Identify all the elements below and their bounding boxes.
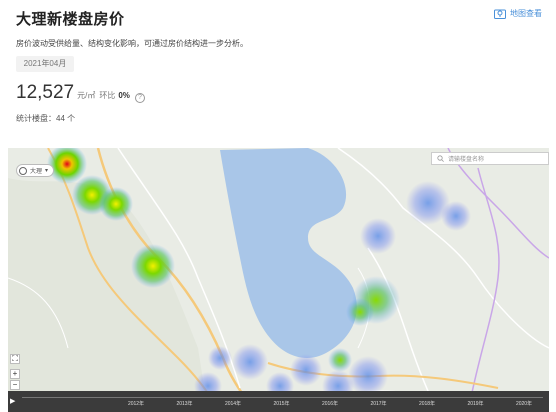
heat-spot [208, 346, 232, 370]
property-count: 统计楼盘：44 个 [16, 113, 75, 124]
heat-spot [441, 201, 471, 231]
city-select-label: 大理 [30, 169, 43, 175]
heat-overlay [47, 148, 471, 402]
timeline-year-label[interactable]: 2014年 [225, 400, 241, 407]
play-icon[interactable]: ▶ [10, 397, 18, 406]
heat-spot [232, 344, 268, 380]
timeline-year-label[interactable]: 2016年 [322, 400, 338, 407]
chevron-down-icon: ▾ [45, 168, 49, 174]
price-value: 12,527 [16, 82, 75, 103]
timeline-year-label[interactable]: 2018年 [419, 400, 435, 407]
change-value: 0% [118, 91, 130, 100]
count-value: 44 个 [56, 114, 76, 123]
timeline-year-label[interactable]: 2015年 [273, 400, 289, 407]
map-view-link[interactable]: 地图查看 [494, 8, 542, 19]
heat-spot [99, 187, 133, 221]
date-selector[interactable]: 2021年04月 [16, 56, 74, 72]
fullscreen-button[interactable]: ⛶ [10, 354, 20, 364]
timeline-slider[interactable]: ▶ 2012年 2013年 2014年 2015年 2016年 2017年 2018年 201… [8, 391, 549, 412]
map-icon [494, 9, 506, 19]
timeline-year-label[interactable]: 2020年 [516, 400, 532, 407]
zoom-in-button[interactable]: + [10, 369, 20, 379]
timeline-year-label[interactable]: 2019年 [467, 400, 483, 407]
property-search-input[interactable]: 请输楼盘名称 [431, 152, 549, 165]
heat-spot [290, 354, 322, 386]
page-title: 大理新楼盘房价 [16, 11, 125, 28]
heat-spot [131, 244, 175, 288]
search-icon [437, 155, 444, 162]
radio-icon [19, 166, 27, 175]
header-panel: 大理新楼盘房价 地图查看 房价波动受供给量、结构变化影响，可通过房价结构进一步分… [0, 0, 556, 148]
map-view-label: 地图查看 [510, 9, 542, 18]
heat-map[interactable]: 大理 ▾ 请输楼盘名称 ⛶ + − ▶ 2012年 2013年 2014年 2015年… [8, 148, 549, 412]
change-label: 环比 [99, 91, 116, 100]
timeline-year-label[interactable]: 2017年 [370, 400, 386, 407]
zoom-out-button[interactable]: − [10, 380, 20, 390]
help-icon[interactable]: ? [134, 93, 145, 103]
heat-spot [348, 356, 388, 396]
heat-spot [360, 218, 396, 254]
price-unit: 元/㎡ [77, 91, 96, 100]
search-placeholder: 请输楼盘名称 [448, 157, 485, 163]
price-summary: 12,527 元/㎡ 环比 0% ? [16, 82, 145, 104]
description-text: 房价波动受供给量、结构变化影响，可通过房价结构进一步分析。 [16, 39, 248, 48]
timeline-track[interactable] [22, 393, 543, 398]
heat-spot [346, 298, 374, 326]
timeline-year-label[interactable]: 2012年 [128, 400, 144, 407]
timeline-year-label[interactable]: 2013年 [176, 400, 192, 407]
count-label: 统计楼盘： [16, 114, 56, 123]
heat-spot [328, 348, 352, 372]
city-select[interactable]: 大理 ▾ [16, 164, 55, 177]
